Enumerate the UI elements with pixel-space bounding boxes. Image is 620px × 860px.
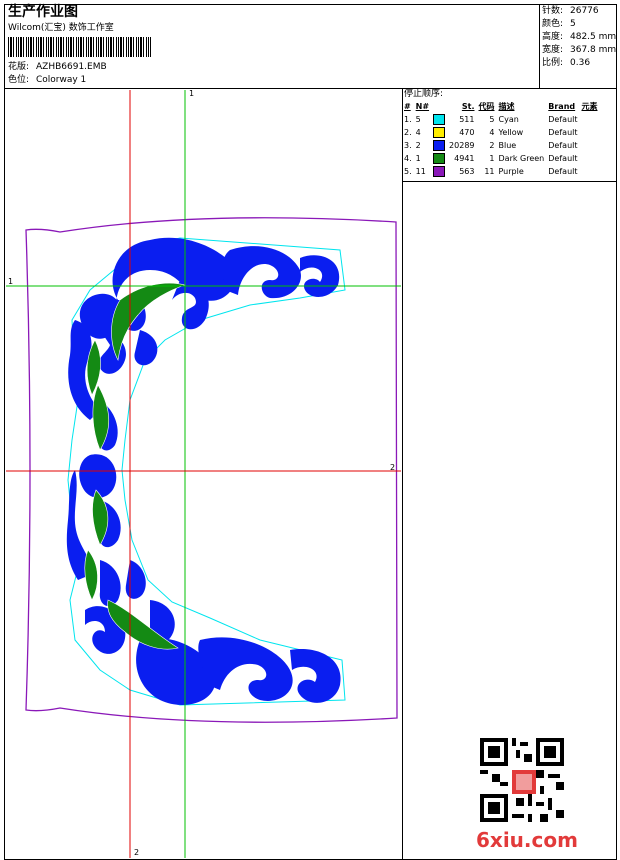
embroidery-preview: [6, 90, 401, 858]
guide-label-h1: 1: [8, 277, 14, 286]
guide-label-v1: 1: [189, 89, 195, 98]
guide-label-v2: 2: [134, 848, 140, 857]
guide-label-h2: 2: [390, 463, 396, 472]
qr-code: [480, 738, 564, 822]
watermark: 6xiu.com: [476, 828, 578, 852]
